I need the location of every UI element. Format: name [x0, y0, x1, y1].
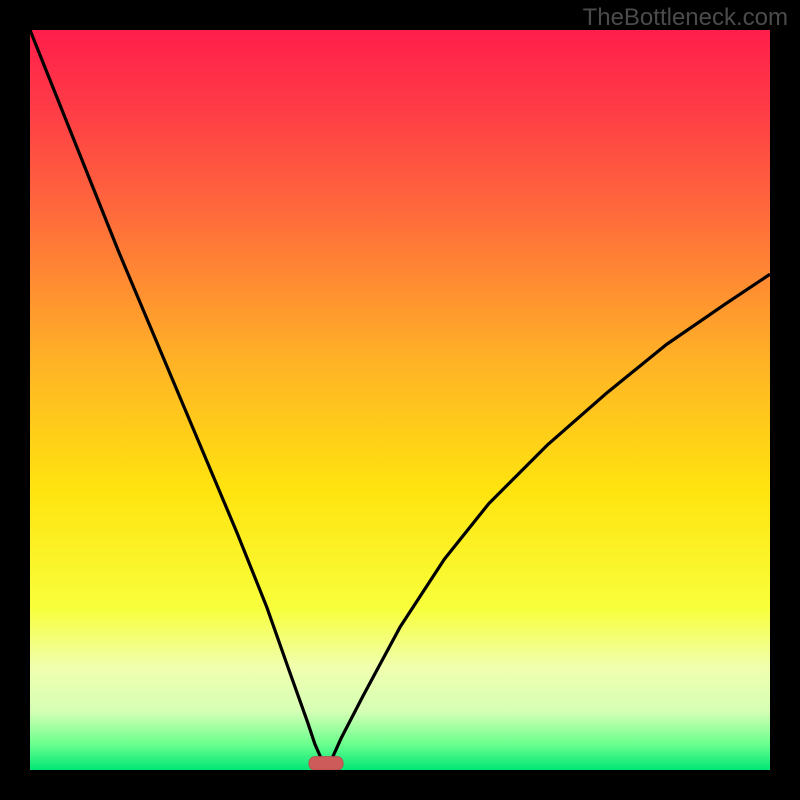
bottleneck-chart [30, 30, 770, 770]
chart-frame: TheBottleneck.com [0, 0, 800, 800]
chart-background [30, 30, 770, 770]
watermark-text: TheBottleneck.com [583, 4, 788, 32]
optimum-marker [309, 757, 343, 770]
